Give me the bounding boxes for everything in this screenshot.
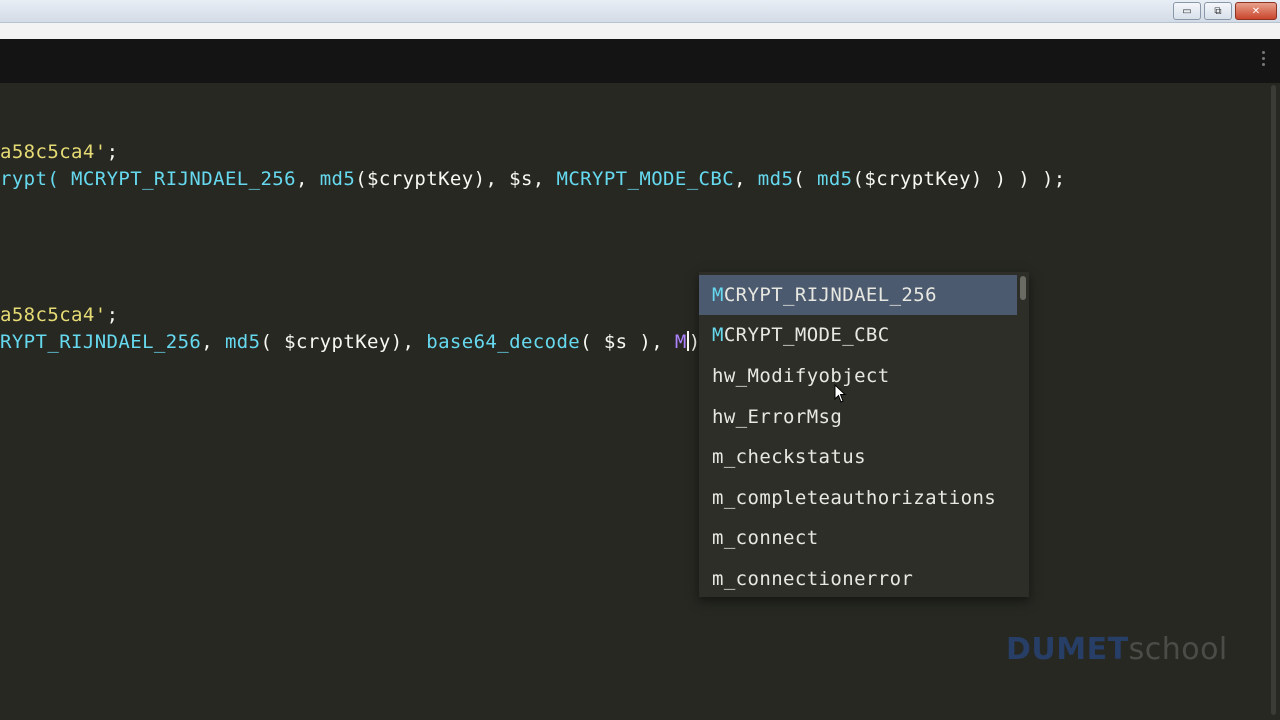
maximize-button[interactable]: ⧉ [1204, 2, 1232, 20]
autocomplete-popup: MCRYPT_RIJNDAEL_256 MCRYPT_MODE_CBC hw_M… [699, 272, 1029, 597]
code-text: ( [793, 168, 817, 190]
code-token-fn: RYPT_RIJNDAEL_256 [0, 331, 202, 353]
code-token-fn: md5 [816, 168, 853, 190]
code-text: ( $cryptKey), [260, 331, 427, 353]
autocomplete-label: m_completeauthorizations [712, 487, 997, 509]
code-text: , [734, 168, 758, 190]
code-token-str: a58c5ca4' [0, 141, 107, 163]
mouse-cursor-icon [834, 384, 847, 403]
code-text: ($cryptKey), $s, [355, 168, 557, 190]
autocomplete-label: m_checkstatus [712, 446, 866, 468]
code-token-fn: base64_decode [426, 331, 581, 353]
code-line: a58c5ca4'; [0, 303, 118, 327]
code-line[interactable]: RYPT_RIJNDAEL_256, md5( $cryptKey), base… [0, 330, 712, 354]
close-button[interactable]: ✕ [1235, 2, 1277, 20]
code-text: , [201, 331, 225, 353]
code-text: ($cryptKey) ) ) ); [852, 168, 1066, 190]
autocomplete-label: hw_Modifyobject [712, 365, 890, 387]
menu-strip [0, 23, 1280, 39]
code-token-str: a58c5ca4' [0, 304, 107, 326]
autocomplete-match: M [712, 284, 724, 306]
code-line: rypt( MCRYPT_RIJNDAEL_256, md5($cryptKey… [0, 167, 1066, 191]
autocomplete-label: CRYPT_RIJNDAEL_256 [723, 284, 937, 306]
editor-scrollbar[interactable] [1271, 85, 1276, 715]
code-text: ( $s ), [580, 331, 675, 353]
watermark-logo: DUMETschool [1006, 632, 1228, 667]
code-token-fn: md5 [757, 168, 794, 190]
autocomplete-item[interactable]: MCRYPT_MODE_CBC [699, 315, 1017, 355]
autocomplete-label: m_connectionerror [712, 568, 914, 590]
autocomplete-item[interactable]: hw_ErrorMsg [699, 397, 1017, 437]
code-text: ; [106, 141, 119, 163]
window-titlebar: ▭ ⧉ ✕ [0, 0, 1280, 23]
watermark-brand: DUMET [1006, 632, 1129, 667]
code-token-typed: M [674, 331, 687, 353]
code-text: ; [106, 304, 119, 326]
code-token-fn: MCRYPT_MODE_CBC [556, 168, 735, 190]
autocomplete-match: M [712, 324, 724, 346]
code-token-fn: MCRYPT_RIJNDAEL_256 [71, 168, 296, 190]
watermark-suffix: school [1128, 632, 1228, 667]
more-options-icon[interactable] [1262, 51, 1266, 69]
autocomplete-scrollbar[interactable] [1020, 276, 1026, 300]
tab-bar [0, 39, 1280, 83]
autocomplete-item[interactable]: hw_Modifyobject [699, 356, 1017, 396]
autocomplete-label: m_connect [712, 527, 819, 549]
autocomplete-item[interactable]: m_checkstatus [699, 437, 1017, 477]
window-controls: ▭ ⧉ ✕ [1173, 2, 1277, 20]
autocomplete-label: CRYPT_MODE_CBC [723, 324, 890, 346]
code-editor[interactable]: a58c5ca4'; rypt( MCRYPT_RIJNDAEL_256, md… [0, 83, 1280, 720]
autocomplete-item[interactable]: m_connectionerror [699, 559, 1017, 597]
autocomplete-item[interactable]: m_completeauthorizations [699, 478, 1017, 518]
code-token-fn: md5 [224, 331, 261, 353]
code-token-fn: md5 [319, 168, 356, 190]
autocomplete-item[interactable]: m_connect [699, 518, 1017, 558]
code-text: , [296, 168, 320, 190]
autocomplete-label: hw_ErrorMsg [712, 406, 843, 428]
minimize-button[interactable]: ▭ [1173, 2, 1201, 20]
code-token-fn: rypt( [0, 168, 60, 190]
autocomplete-item[interactable]: MCRYPT_RIJNDAEL_256 [699, 275, 1017, 315]
code-line: a58c5ca4'; [0, 140, 118, 164]
